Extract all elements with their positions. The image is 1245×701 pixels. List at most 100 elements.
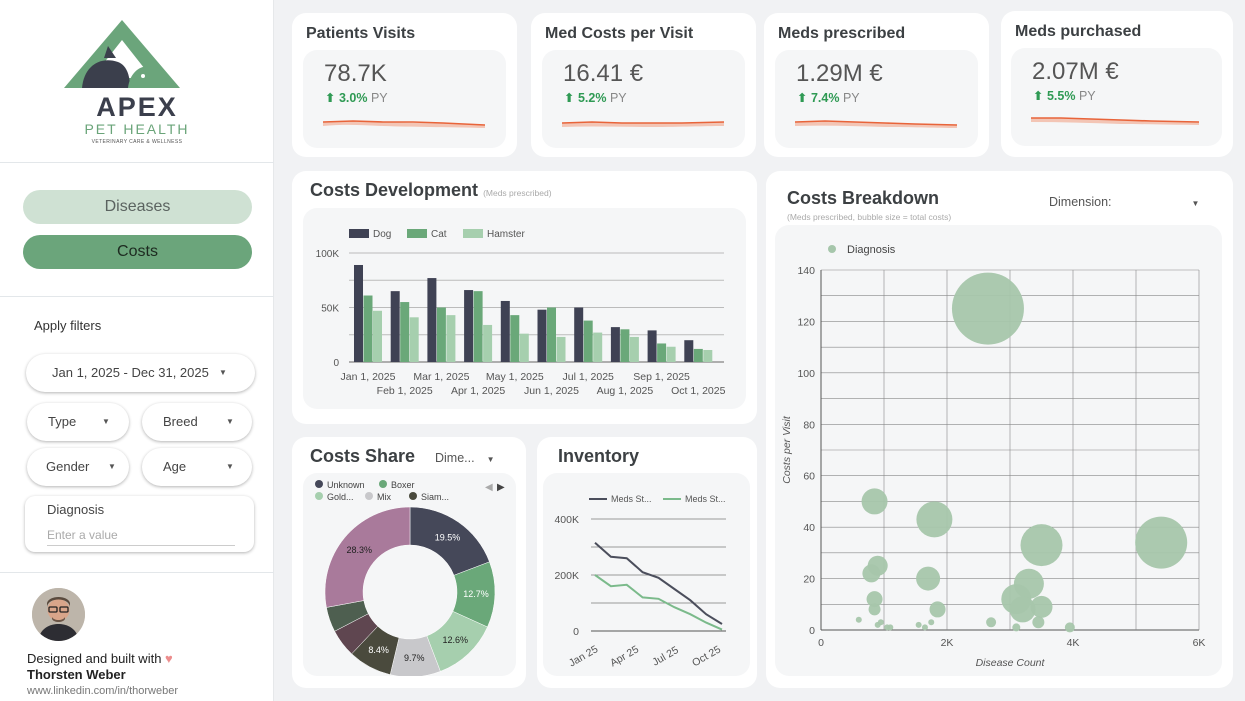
x-tick-label: Feb 1, 2025 xyxy=(377,385,433,397)
sparkline xyxy=(795,120,957,128)
bubble xyxy=(1135,516,1188,569)
dimension-dropdown[interactable]: Dimension: ▼ xyxy=(1049,195,1199,209)
gender-filter[interactable]: Gender ▼ xyxy=(27,448,129,486)
bar xyxy=(473,291,483,362)
bubble xyxy=(951,272,1024,345)
y-tick-label: 60 xyxy=(803,471,815,483)
author-link[interactable]: www.linkedin.com/in/thorweber xyxy=(27,685,178,697)
bar xyxy=(519,333,529,362)
bubble xyxy=(868,603,881,616)
x-tick-label: Oct 25 xyxy=(690,643,723,669)
bubble-chart: Diagnosis 0 20 40 60 80 100 120 140 0 2K 4K 6K Diseas… xyxy=(781,244,1205,669)
legend-label: Meds St... xyxy=(611,494,652,504)
bubble xyxy=(1012,623,1021,632)
bubble xyxy=(1032,616,1045,629)
x-tick-label: Apr 1, 2025 xyxy=(451,385,505,397)
legend-label: Mix xyxy=(377,492,391,502)
sparkline xyxy=(562,121,724,127)
age-filter[interactable]: Age ▼ xyxy=(142,448,252,486)
x-tick-label: Sep 1, 2025 xyxy=(633,371,690,383)
dimension-dropdown[interactable]: Dime... ▼ xyxy=(435,451,495,465)
kpi-value: 78.7K xyxy=(324,60,387,87)
bar xyxy=(610,327,620,362)
next-page-icon: ▶ xyxy=(497,482,505,493)
legend-label: Siam... xyxy=(421,492,449,502)
breed-filter[interactable]: Breed ▼ xyxy=(142,403,252,441)
legend-label: Diagnosis xyxy=(847,244,896,256)
bubble xyxy=(862,564,881,583)
chart-container: Unknown Boxer Gold... Mix Siam... ◀ ▶ 19.5% 12.7… xyxy=(303,473,516,678)
slice-label: 12.6% xyxy=(443,635,469,645)
y-tick-label: 50K xyxy=(321,304,339,315)
donut-slice xyxy=(324,506,411,608)
bar xyxy=(537,309,547,362)
bar xyxy=(693,348,703,362)
legend-dot xyxy=(409,492,417,500)
x-tick-label: Apr 25 xyxy=(608,643,641,669)
sparkline xyxy=(323,120,485,128)
y-tick-label: 20 xyxy=(803,574,815,586)
caret-down-icon: ▼ xyxy=(102,417,110,426)
bar xyxy=(556,336,566,362)
caret-down-icon: ▼ xyxy=(226,462,234,471)
kpi-delta: ⬆ 5.5% PY xyxy=(1033,89,1096,103)
kpi-title: Meds prescribed xyxy=(778,25,906,42)
date-range-filter[interactable]: Jan 1, 2025 - Dec 31, 2025 ▼ xyxy=(26,354,255,392)
credit-line: Designed and built with ♥ xyxy=(27,651,173,666)
bubble xyxy=(861,488,888,515)
bar xyxy=(629,336,639,362)
arrow-up-icon: ⬆ xyxy=(564,91,575,105)
bar xyxy=(703,350,713,362)
kpi-value: 1.29M € xyxy=(796,60,883,87)
y-tick-label: 400K xyxy=(554,514,579,526)
arrow-up-icon: ⬆ xyxy=(1033,89,1044,103)
nav-costs-button[interactable]: Costs xyxy=(23,235,252,269)
y-tick-label: 0 xyxy=(573,626,579,638)
x-tick-label: 4K xyxy=(1067,637,1080,649)
avatar xyxy=(32,588,85,641)
legend-dot xyxy=(365,492,373,500)
costs-breakdown-subtitle: (Meds prescribed, bubble size = total co… xyxy=(787,212,952,222)
nav-diseases-button[interactable]: Diseases xyxy=(23,190,252,224)
y-tick-label: 120 xyxy=(797,316,815,328)
x-tick-label: May 1, 2025 xyxy=(486,371,544,383)
bar xyxy=(390,291,400,362)
brand-tagline: VETERINARY CARE & WELLNESS xyxy=(91,139,183,145)
heart-icon: ♥ xyxy=(165,651,173,666)
x-tick-label: Aug 1, 2025 xyxy=(597,385,654,397)
bar xyxy=(620,329,630,362)
legend-swatch xyxy=(349,229,369,238)
breed-filter-label: Breed xyxy=(163,414,198,429)
author-name: Thorsten Weber xyxy=(27,667,126,682)
inventory-title: Inventory xyxy=(558,446,640,466)
inventory-card: Inventory 0 200K 400K Meds St... Meds St... J… xyxy=(537,437,757,688)
kpi-title: Med Costs per Visit xyxy=(545,25,694,42)
bar xyxy=(657,343,667,362)
kpi-card-meds-purchased: Meds purchased 2.07M € ⬆ 5.5% PY xyxy=(1001,11,1233,157)
kpi-card-meds-prescribed: Meds prescribed 1.29M € ⬆ 7.4% PY xyxy=(764,13,989,157)
diagnosis-filter: Diagnosis xyxy=(25,496,254,552)
caret-down-icon: ▼ xyxy=(1191,199,1200,208)
donut-chart: Unknown Boxer Gold... Mix Siam... ◀ ▶ 19.5% 12.7… xyxy=(315,480,505,678)
type-filter[interactable]: Type ▼ xyxy=(27,403,129,441)
slice-label: 19.5% xyxy=(435,533,461,543)
bubble xyxy=(877,619,884,626)
kpi-card-patient-visits: Patients Visits 78.7K ⬆ 3.0% PY xyxy=(292,13,517,157)
bubble xyxy=(1030,595,1053,618)
brand-name: APEX xyxy=(96,92,178,122)
bar xyxy=(446,315,456,362)
bar xyxy=(409,317,419,362)
y-tick-label: 140 xyxy=(797,265,815,277)
costs-share-title: Costs Share xyxy=(310,446,416,466)
date-range-value: Jan 1, 2025 - Dec 31, 2025 xyxy=(52,365,209,380)
diagnosis-input[interactable] xyxy=(47,524,235,546)
bubble xyxy=(855,616,862,623)
bar xyxy=(666,346,676,362)
kpi-title: Patients Visits xyxy=(306,25,416,42)
bar xyxy=(547,307,556,362)
kpi-card-med-costs: Med Costs per Visit 16.41 € ⬆ 5.2% PY xyxy=(531,13,756,157)
bar xyxy=(373,310,382,362)
legend-dot xyxy=(828,245,836,253)
kpi-delta: ⬆ 7.4% PY xyxy=(797,91,860,105)
costs-development-title: Costs Development (Meds prescribed) xyxy=(310,180,552,200)
